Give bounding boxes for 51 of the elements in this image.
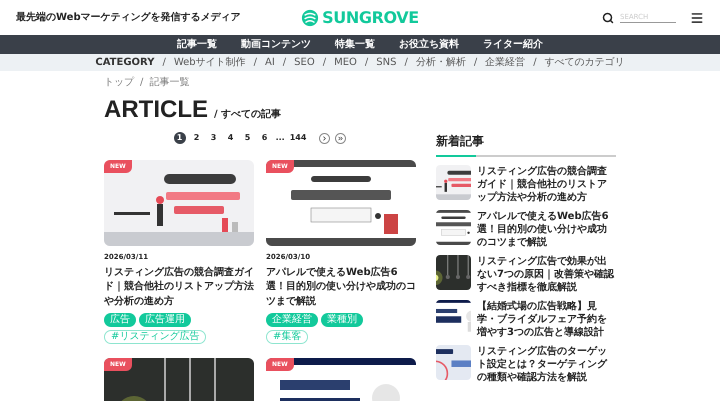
arrow-right-icon bbox=[321, 134, 328, 142]
separator: / bbox=[254, 56, 257, 70]
category-link[interactable]: 分析・解析 bbox=[416, 55, 466, 70]
separator: / bbox=[533, 56, 537, 70]
page-link[interactable]: 2 bbox=[190, 132, 203, 144]
separator: / bbox=[282, 56, 286, 70]
sidebar-article-title[interactable]: 【結婚式場の広告戦略】見学・ブライダルフェア予約を増やす3つの広告と導線設計 bbox=[477, 300, 616, 339]
category-link[interactable]: AI bbox=[265, 55, 275, 70]
separator: / bbox=[364, 56, 368, 70]
breadcrumb-link[interactable]: 記事一覧 bbox=[149, 75, 190, 90]
category-link[interactable]: 企業経営 bbox=[485, 55, 526, 70]
breadcrumb-link[interactable]: トップ bbox=[104, 75, 134, 90]
page-link[interactable]: 6 bbox=[258, 132, 271, 144]
nav-link[interactable]: 特集一覧 bbox=[335, 37, 375, 52]
nav-link[interactable]: 記事一覧 bbox=[177, 37, 217, 52]
sidebar-article-title[interactable]: リスティング広告のターゲット設定とは？ターゲティングの種類や確認方法を解説 bbox=[477, 345, 616, 384]
logo-icon bbox=[301, 8, 320, 26]
category-link[interactable]: SEO bbox=[294, 55, 315, 70]
separator: / bbox=[140, 76, 144, 90]
page-link[interactable]: 3 bbox=[208, 132, 220, 144]
next-page-button[interactable] bbox=[319, 132, 330, 144]
tagline: 最先端のWebマーケティングを発信するメディア bbox=[16, 10, 242, 25]
sidebar-heading: 新着記事 bbox=[436, 133, 485, 150]
nav-link[interactable]: 動画コンテンツ bbox=[241, 37, 311, 52]
page-link[interactable]: 144 bbox=[290, 132, 306, 144]
ellipsis: ... bbox=[276, 132, 285, 144]
nav-link[interactable]: ライター紹介 bbox=[483, 37, 543, 52]
page-link[interactable]: 5 bbox=[242, 132, 254, 144]
separator: / bbox=[474, 56, 478, 70]
category-link[interactable]: Webサイト制作 bbox=[174, 55, 246, 70]
separator: / bbox=[162, 56, 166, 70]
sidebar-article-title[interactable]: リスティング広告で効果が出ない7つの原因｜改善策や確認すべき指標を徹底解説 bbox=[477, 255, 616, 294]
double-chevron-icon bbox=[337, 134, 344, 142]
article-title[interactable]: アパレルで使えるWeb広告6選！目的別の使い分けや成功のコツまで解説 bbox=[266, 266, 416, 309]
search-icon[interactable] bbox=[602, 12, 614, 24]
separator: / bbox=[404, 56, 408, 70]
category-label: CATEGORY bbox=[95, 56, 154, 70]
last-page-button[interactable] bbox=[335, 132, 346, 144]
article-title[interactable]: リスティング広告の競合調査ガイド｜競合他社のリストアップ方法や分析の進め方 bbox=[104, 266, 254, 309]
sidebar-article-title[interactable]: リスティング広告の競合調査ガイド｜競合他社のリストアップ方法や分析の進め方 bbox=[477, 165, 616, 204]
page-link[interactable]: 1 bbox=[174, 132, 186, 144]
nav-link[interactable]: お役立ち資料 bbox=[399, 37, 459, 52]
page-title: ARTICLE bbox=[104, 98, 208, 122]
page-link[interactable]: 4 bbox=[224, 132, 237, 144]
category-link[interactable]: MEO bbox=[334, 55, 357, 70]
menu-icon[interactable] bbox=[690, 10, 704, 24]
separator: / bbox=[322, 56, 326, 70]
category-link[interactable]: SNS bbox=[376, 55, 396, 70]
category-link[interactable]: すべてのカテゴリ bbox=[544, 55, 625, 70]
sidebar-article-title[interactable]: アパレルで使えるWeb広告6選！目的別の使い分けや成功のコツまで解説 bbox=[477, 210, 616, 249]
page-subtitle: / すべての記事 bbox=[214, 108, 282, 122]
